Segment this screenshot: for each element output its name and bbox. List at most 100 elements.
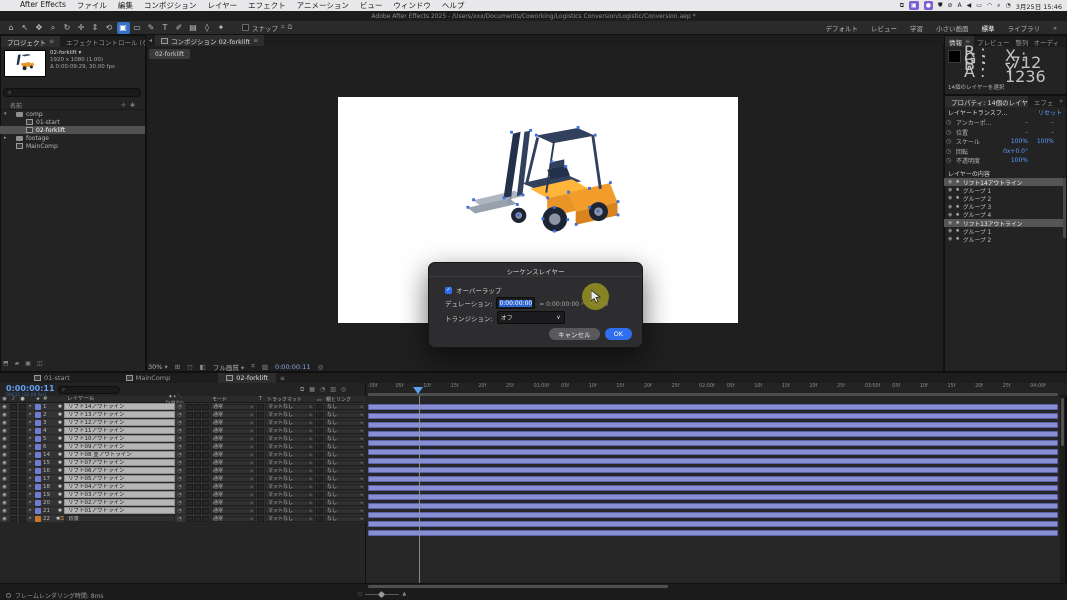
solo-toggle[interactable]: [18, 428, 27, 434]
parent-select[interactable]: なし∨: [324, 404, 366, 410]
layer-contents-item[interactable]: ◉ ★ グループ 3: [944, 203, 1063, 211]
property-value[interactable]: –: [1002, 119, 1028, 126]
layer-row[interactable]: ◉ ▸ 22 ✱⚿ 背景 ◔ 通常∨ マットなし∨ なし∨: [0, 515, 366, 523]
timeline-vertical-scrollbar[interactable]: [1060, 396, 1065, 583]
parent-pickwhip-icon[interactable]: [315, 452, 324, 458]
eye-icon[interactable]: ◉: [0, 436, 9, 442]
stopwatch-icon[interactable]: ◷: [946, 129, 956, 136]
solo-toggle[interactable]: [18, 492, 27, 498]
parent-select[interactable]: なし∨: [324, 460, 366, 466]
camera-view-icon[interactable]: ◎: [318, 363, 324, 371]
shy-icon[interactable]: ◔: [175, 412, 184, 418]
parent-pickwhip-icon[interactable]: [315, 516, 324, 522]
track-matte-select[interactable]: マットなし∨: [265, 428, 315, 434]
layer-duration-bar[interactable]: [368, 503, 1058, 509]
roi-icon[interactable]: ⌗: [251, 362, 255, 371]
eye-icon[interactable]: ◉: [0, 420, 9, 426]
label-color-swatch[interactable]: [34, 452, 42, 458]
blend-mode-select[interactable]: 通常∨: [210, 500, 256, 506]
menubar-item[interactable]: After Effects: [20, 0, 66, 11]
eye-icon[interactable]: ◉: [0, 484, 9, 490]
solo-toggle[interactable]: [18, 412, 27, 418]
layer-duration-bar[interactable]: [368, 494, 1058, 500]
preserve-transparency-toggle[interactable]: [256, 444, 265, 450]
audio-toggle[interactable]: [9, 460, 18, 466]
new-folder-icon[interactable]: ▰: [15, 360, 20, 367]
layer-duration-bar[interactable]: [368, 413, 1058, 419]
shy-icon[interactable]: ◔: [175, 452, 184, 458]
layer-name[interactable]: リフト04アウトライン: [64, 483, 175, 490]
composition-mini-flowchart-icon[interactable]: ⧉: [300, 386, 304, 394]
stopwatch-icon[interactable]: ◷: [946, 138, 956, 145]
playhead-marker[interactable]: [413, 387, 423, 394]
stamp-tool[interactable]: ▤: [187, 22, 200, 34]
shy-icon[interactable]: ◔: [175, 468, 184, 474]
tab-effect-controls[interactable]: エフェクトコントロール (なし): [60, 36, 145, 47]
audio-toggle[interactable]: [9, 412, 18, 418]
layer-row[interactable]: ◉ ▸ 20 ✱⚿ リフト02アウトライン ◔ 通常∨ マットなし∨ なし∨: [0, 499, 366, 507]
blend-mode-select[interactable]: 通常∨: [210, 484, 256, 490]
audio-toggle[interactable]: [9, 476, 18, 482]
flowchart-icon[interactable]: ✱: [130, 102, 135, 109]
audio-toggle[interactable]: [9, 500, 18, 506]
wifi-icon[interactable]: ◠: [987, 1, 992, 10]
parent-select[interactable]: なし∨: [324, 468, 366, 474]
twirl-icon[interactable]: ▸: [27, 492, 34, 497]
menubar-item[interactable]: ビュー: [360, 0, 383, 11]
snap-edges-icon[interactable]: ⌗: [281, 23, 285, 32]
parent-select[interactable]: なし∨: [324, 484, 366, 490]
dolly-camera-tool[interactable]: ⇕: [89, 22, 102, 34]
layer-switches[interactable]: [184, 484, 210, 490]
blend-mode-select[interactable]: 通常∨: [210, 436, 256, 442]
twirl-icon[interactable]: ▸: [27, 476, 34, 481]
layer-name[interactable]: リフト14アウトライン: [64, 403, 175, 410]
twirl-icon[interactable]: ▸: [27, 436, 34, 441]
layer-contents-item[interactable]: ◉ ★ グループ 1: [944, 186, 1063, 194]
input-source-icon[interactable]: A: [958, 1, 962, 10]
label-color-swatch[interactable]: [34, 500, 42, 506]
label-color-swatch[interactable]: [34, 492, 42, 498]
layer-duration-bar[interactable]: [368, 512, 1058, 518]
parent-select[interactable]: なし∨: [324, 436, 366, 442]
twirl-icon[interactable]: ▸: [27, 484, 34, 489]
solo-toggle[interactable]: [18, 404, 27, 410]
property-value[interactable]: 100%: [1002, 157, 1028, 164]
property-value-2[interactable]: 100%: [1028, 138, 1054, 145]
layer-name[interactable]: リフト13アウトライン: [64, 411, 175, 418]
solo-toggle[interactable]: [18, 444, 27, 450]
eye-icon[interactable]: ◉: [948, 195, 952, 201]
layer-switches[interactable]: [184, 476, 210, 482]
selection-tool[interactable]: ↖: [19, 22, 32, 34]
track-matte-select[interactable]: マットなし∨: [265, 404, 315, 410]
layer-row[interactable]: ◉ ▸ 3 ✱⚿ リフト12アウトライン ◔ 通常∨ マットなし∨ なし∨: [0, 419, 366, 427]
parent-select[interactable]: なし∨: [324, 516, 366, 522]
workspace-tab[interactable]: ライブラリ: [1008, 21, 1041, 35]
ok-button[interactable]: OK: [605, 328, 632, 340]
mask-visibility-icon[interactable]: ◻: [187, 363, 192, 371]
blend-mode-select[interactable]: 通常∨: [210, 508, 256, 514]
stopwatch-icon[interactable]: ◷: [946, 157, 956, 164]
layer-row[interactable]: ◉ ▸ 2 ✱⚿ リフト13アウトライン ◔ 通常∨ マットなし∨ なし∨: [0, 411, 366, 419]
blend-mode-select[interactable]: 通常∨: [210, 420, 256, 426]
preview-timecode[interactable]: 0:00:00:11: [275, 363, 311, 371]
parent-pickwhip-icon[interactable]: [315, 412, 324, 418]
project-tree-item[interactable]: 02-forklift: [0, 126, 145, 134]
layer-contents-item[interactable]: ◉ ★ グループ 1: [944, 227, 1063, 235]
pen-tool[interactable]: ✎: [145, 22, 158, 34]
layer-contents-item[interactable]: ◉ ★ リフト13アウトライン: [944, 219, 1063, 227]
layer-name[interactable]: リフト11アウトライン: [64, 427, 175, 434]
blend-mode-select[interactable]: 通常∨: [210, 428, 256, 434]
twirl-icon[interactable]: ▸: [27, 444, 34, 449]
layer-switches[interactable]: [184, 428, 210, 434]
twirl-icon[interactable]: ▸: [27, 516, 34, 521]
twirl-icon[interactable]: ▸: [27, 420, 34, 425]
blend-mode-select[interactable]: 通常∨: [210, 452, 256, 458]
layer-name[interactable]: リフト07アウトライン: [64, 459, 175, 466]
preserve-transparency-toggle[interactable]: [256, 460, 265, 466]
timeline-tab[interactable]: 01-start: [26, 373, 78, 384]
number-column-label[interactable]: #: [42, 396, 56, 402]
parent-select[interactable]: なし∨: [324, 420, 366, 426]
label-color-swatch[interactable]: [34, 428, 42, 434]
layer-row[interactable]: ◉ ▸ 19 ✱⚿ リフト03アウトライン ◔ 通常∨ マットなし∨ なし∨: [0, 491, 366, 499]
layer-contents-item[interactable]: ◉ ★ グループ 2: [944, 194, 1063, 202]
